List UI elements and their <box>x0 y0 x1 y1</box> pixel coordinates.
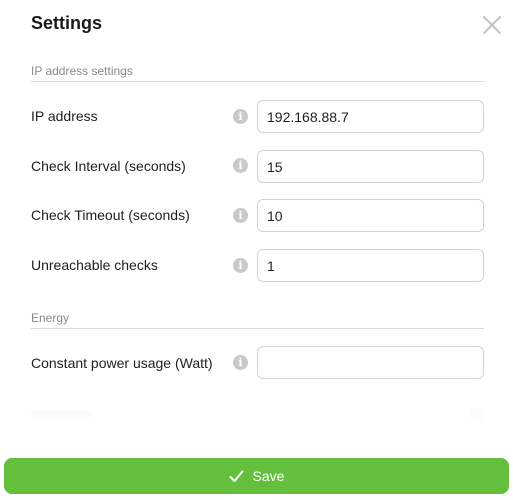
info-icon[interactable]: i <box>233 258 248 273</box>
unreachable-checks-label: Unreachable checks <box>31 257 158 273</box>
section-divider-ip <box>31 81 484 82</box>
info-icon[interactable]: i <box>233 355 248 370</box>
section-divider-energy <box>31 328 484 329</box>
constant-power-input[interactable] <box>257 346 484 379</box>
section-title-energy: Energy <box>31 311 70 325</box>
info-icon[interactable]: i <box>233 208 248 223</box>
check-timeout-label: Check Timeout (seconds) <box>31 207 190 223</box>
check-interval-label: Check Interval (seconds) <box>31 158 186 174</box>
dialog-title: Settings <box>31 13 103 33</box>
close-icon <box>483 16 501 34</box>
check-interval-input[interactable] <box>257 150 484 183</box>
check-timeout-input[interactable] <box>257 199 484 232</box>
save-button[interactable]: Save <box>4 458 509 494</box>
close-button[interactable] <box>479 12 505 38</box>
constant-power-label: Constant power usage (Watt) <box>31 355 213 371</box>
ip-address-input[interactable] <box>257 100 484 133</box>
ip-address-label: IP address <box>31 108 98 124</box>
checkmark-icon <box>229 470 244 482</box>
unreachable-checks-input[interactable] <box>257 249 484 282</box>
info-icon[interactable]: i <box>233 158 248 173</box>
info-icon[interactable]: i <box>233 109 248 124</box>
scroll-fade-overlay <box>31 405 484 429</box>
save-button-label: Save <box>252 468 285 484</box>
settings-dialog: Settings IP address settings IP address … <box>0 0 513 500</box>
section-title-ip: IP address settings <box>31 64 133 78</box>
